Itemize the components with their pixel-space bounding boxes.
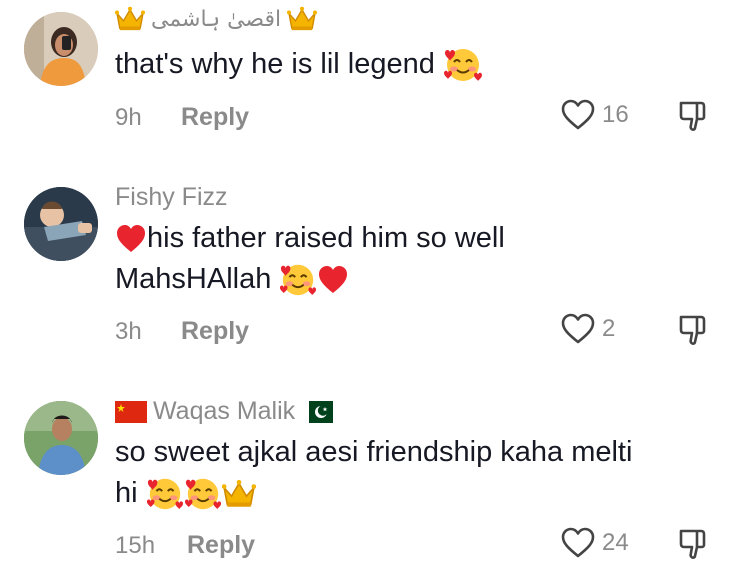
- username-text: اقصیٰ ہاشمی: [151, 6, 282, 32]
- avatar[interactable]: [24, 12, 98, 86]
- like-button[interactable]: 24: [560, 527, 629, 559]
- comment-text-line: his father raised him so well: [115, 218, 715, 259]
- comment-text-line-2: hi: [115, 477, 138, 509]
- like-count: 2: [602, 315, 616, 342]
- comment-text-line-1: so sweet ajkal aesi friendship kaha melt…: [115, 436, 633, 468]
- reply-button[interactable]: Reply: [187, 531, 255, 560]
- crown-icon: [287, 6, 317, 32]
- avatar[interactable]: [24, 187, 98, 261]
- dislike-button[interactable]: [677, 99, 709, 138]
- like-button[interactable]: 16: [560, 99, 629, 131]
- thumbs-down-icon: [677, 313, 709, 347]
- like-count: 24: [602, 529, 629, 556]
- reply-button[interactable]: Reply: [181, 317, 249, 346]
- comment-time: 15h: [115, 532, 156, 559]
- like-count: 16: [602, 101, 629, 128]
- username-text: Fishy Fizz: [115, 183, 228, 211]
- username[interactable]: Waqas Malik: [115, 397, 334, 426]
- flag-pakistan-icon: [301, 400, 334, 423]
- thumbs-down-icon: [677, 99, 709, 133]
- thumbs-down-icon: [677, 527, 709, 561]
- comment-text: so sweet ajkal aesi friendship kaha melt…: [115, 432, 715, 514]
- heart-outline-icon: [560, 313, 596, 345]
- comment-text-line-2: MahsHAllah: [115, 263, 272, 295]
- username-text: Waqas Malik: [153, 397, 296, 425]
- crown-icon: [222, 479, 256, 509]
- like-button[interactable]: 2: [560, 313, 615, 345]
- username[interactable]: Fishy Fizz: [115, 183, 228, 212]
- reply-button[interactable]: Reply: [181, 103, 249, 132]
- comment-text-line-1: his father raised him so well: [147, 222, 505, 254]
- flag-china-icon: [115, 400, 147, 423]
- crown-icon: [115, 6, 145, 32]
- comment-text-line: that's why he is lil legend: [115, 48, 435, 80]
- dislike-button[interactable]: [677, 527, 709, 566]
- smiling-face-with-hearts-emoji: [146, 475, 184, 513]
- smiling-face-with-hearts-emoji: [184, 475, 222, 513]
- red-heart-emoji: [317, 265, 349, 295]
- comment-text-line: MahsHAllah: [115, 259, 715, 300]
- heart-outline-icon: [560, 99, 596, 131]
- avatar[interactable]: [24, 401, 98, 475]
- comment-text: his father raised him so well MahsHAllah: [115, 218, 715, 300]
- smiling-face-with-hearts-emoji: [443, 45, 483, 85]
- comment-time: 3h: [115, 318, 142, 345]
- comment-time: 9h: [115, 104, 142, 131]
- smiling-face-with-hearts-emoji: [279, 261, 317, 299]
- dislike-button[interactable]: [677, 313, 709, 352]
- username[interactable]: اقصیٰ ہاشمی: [115, 6, 317, 32]
- comment-text-line: hi: [115, 473, 715, 514]
- red-heart-emoji: [115, 224, 147, 254]
- comment-text: that's why he is lil legend: [115, 44, 715, 85]
- heart-outline-icon: [560, 527, 596, 559]
